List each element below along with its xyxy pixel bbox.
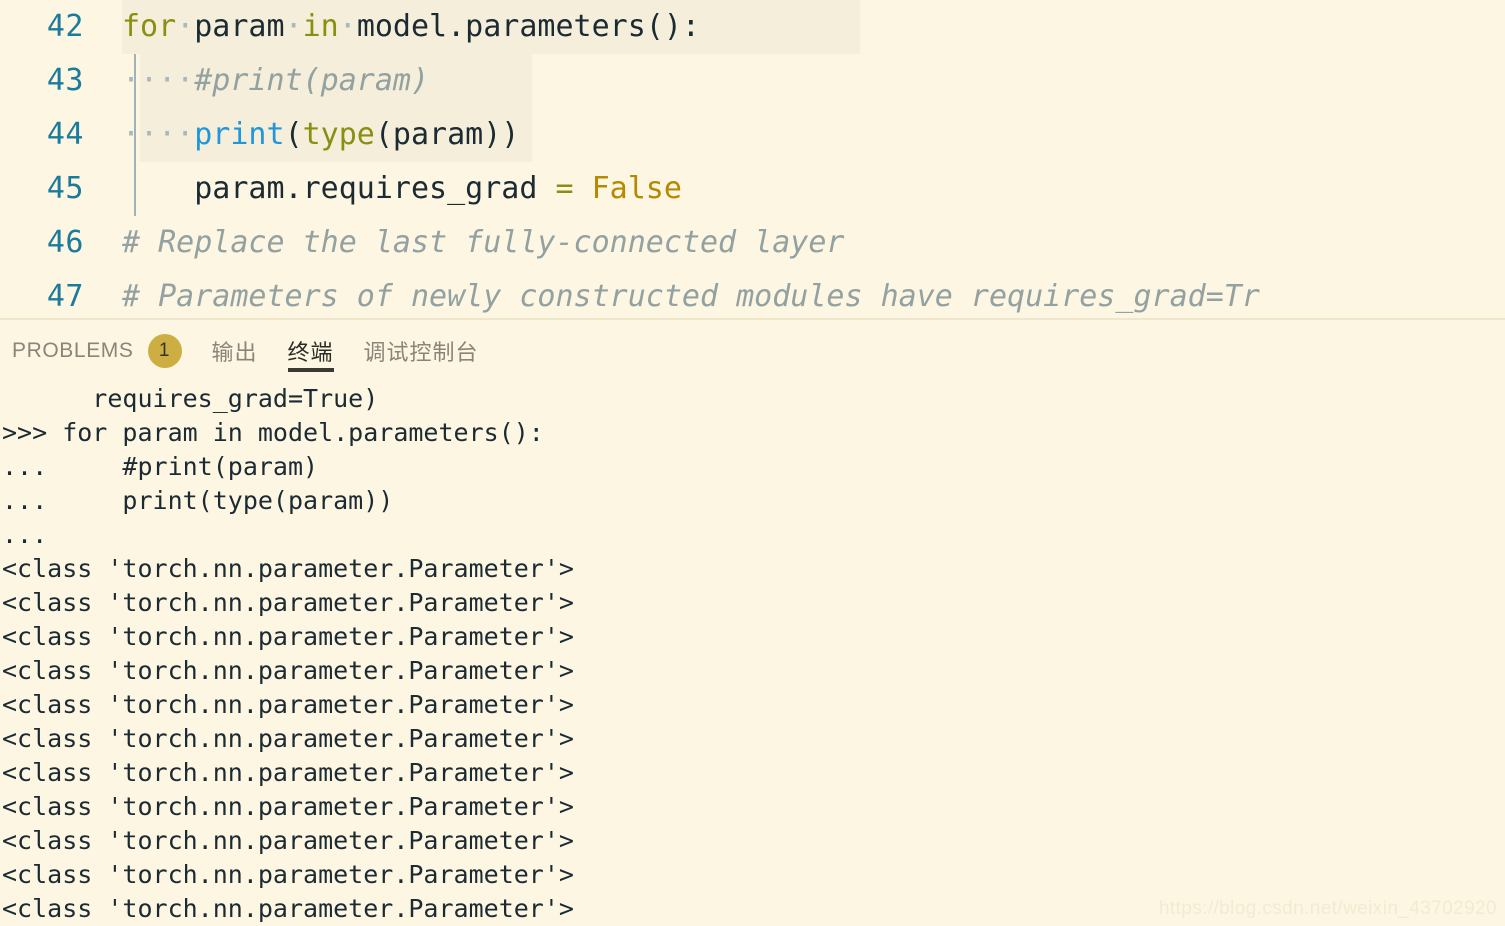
- line-number: 46: [46, 225, 84, 260]
- code-line[interactable]: 43 ····#print(param): [0, 54, 1505, 108]
- code-token-plain: param.requires_grad: [122, 171, 556, 206]
- terminal-line: <class 'torch.nn.parameter.Parameter'>: [2, 656, 574, 685]
- code-text: # Replace the last fully-connected layer: [122, 216, 844, 270]
- panel-tab-label: 调试控制台: [363, 341, 479, 366]
- terminal-line: <class 'torch.nn.parameter.Parameter'>: [2, 588, 574, 617]
- code-text: for·param·in·model.parameters():: [122, 0, 700, 54]
- code-token-comment: # Replace the last fully-connected layer: [122, 225, 845, 260]
- panel-tab-bar: PROBLEMS 1 输出 终端 调试控制台: [0, 320, 1505, 382]
- line-number: 42: [46, 9, 84, 44]
- code-line[interactable]: 45 param.requires_grad = False: [0, 162, 1505, 216]
- code-token-dot: ····: [122, 117, 195, 152]
- line-number: 45: [46, 171, 84, 206]
- terminal-line: >>> for param in model.parameters():: [2, 418, 544, 447]
- terminal-line: <class 'torch.nn.parameter.Parameter'>: [2, 860, 574, 889]
- code-text: param.requires_grad = False: [122, 162, 682, 216]
- panel-tab-problems[interactable]: PROBLEMS 1: [12, 320, 182, 382]
- code-text: # Parameters of newly constructed module…: [122, 270, 1260, 318]
- code-token-plain: (: [284, 117, 303, 152]
- terminal-line: requires_grad=True): [2, 384, 379, 413]
- terminal-line: <class 'torch.nn.parameter.Parameter'>: [2, 792, 574, 821]
- code-line[interactable]: 47 # Parameters of newly constructed modu…: [0, 270, 1505, 318]
- code-text: ····print(type(param)): [122, 108, 519, 162]
- code-editor[interactable]: 42 for·param·in·model.parameters(): 43 ····…: [0, 0, 1505, 318]
- vscode-window: 42 for·param·in·model.parameters(): 43 ····…: [0, 0, 1505, 926]
- code-token-comment: #print(param): [194, 63, 430, 98]
- terminal-line: <class 'torch.nn.parameter.Parameter'>: [2, 758, 574, 787]
- panel-tab-tab-3[interactable]: 调试控制台: [364, 320, 479, 382]
- code-line[interactable]: 42 for·param·in·model.parameters():: [0, 0, 1505, 54]
- code-token-kw: in: [302, 9, 339, 44]
- terminal-line: <class 'torch.nn.parameter.Parameter'>: [2, 724, 574, 753]
- code-token-builtin: type: [302, 117, 375, 152]
- watermark: https://blog.csdn.net/weixin_43702920: [1158, 898, 1497, 919]
- code-token-plain: model.parameters():: [356, 9, 700, 44]
- terminal-line: <class 'torch.nn.parameter.Parameter'>: [2, 690, 574, 719]
- terminal-line: <class 'torch.nn.parameter.Parameter'>: [2, 554, 574, 583]
- code-token-dot: ·: [176, 9, 195, 44]
- code-token-dot: ····: [122, 63, 195, 98]
- panel-tab-label: PROBLEMS: [12, 339, 134, 362]
- panel-tab-tab-1[interactable]: 输出: [212, 320, 258, 382]
- code-text: ····#print(param): [122, 54, 429, 108]
- terminal-line: ... #print(param): [2, 452, 319, 481]
- code-token-comment: # Parameters of newly constructed module…: [122, 279, 1260, 314]
- terminal-output[interactable]: requires_grad=True) >>> for param in mode…: [0, 382, 1505, 926]
- code-line[interactable]: 46 # Replace the last fully-connected lay…: [0, 216, 1505, 270]
- code-token-kw: =: [555, 171, 574, 206]
- code-token-plain: (param)): [374, 117, 520, 152]
- terminal-line: ... print(type(param)): [2, 486, 394, 515]
- code-token-plain: param: [194, 9, 285, 44]
- code-token-const: False: [591, 171, 682, 206]
- active-tab-underline: [287, 368, 334, 372]
- line-number: 43: [46, 63, 84, 98]
- code-line[interactable]: 44 ····print(type(param)): [0, 108, 1505, 162]
- line-number: 47: [46, 279, 84, 314]
- panel-tab-tab-2[interactable]: 终端: [287, 320, 334, 382]
- terminal-line: <class 'torch.nn.parameter.Parameter'>: [2, 826, 574, 855]
- line-number: 44: [46, 117, 84, 152]
- problems-count-badge: 1: [147, 334, 182, 368]
- terminal-line: ...: [2, 520, 63, 549]
- panel-tab-label: 终端: [287, 341, 334, 366]
- code-token-dot: ·: [284, 9, 303, 44]
- code-token-fn: print: [194, 117, 285, 152]
- bottom-panel: PROBLEMS 1 输出 终端 调试控制台 requires_grad=True) >>…: [0, 320, 1505, 926]
- code-token-dot: ·: [338, 9, 357, 44]
- code-token-kw: for: [122, 9, 177, 44]
- terminal-line: <class 'torch.nn.parameter.Parameter'>: [2, 622, 574, 651]
- panel-tab-label: 输出: [211, 341, 258, 366]
